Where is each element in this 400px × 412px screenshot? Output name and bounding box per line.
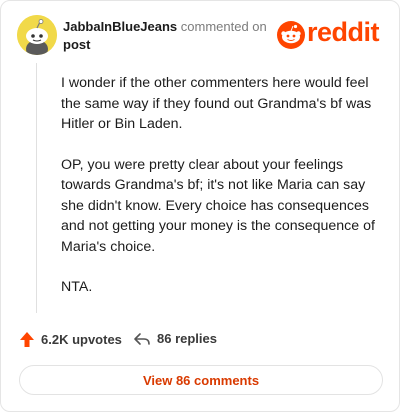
view-comments-button[interactable]: View 86 comments	[19, 365, 383, 395]
comment-actions: 6.2K upvotes 86 replies	[19, 330, 379, 350]
user-avatar[interactable]	[17, 15, 57, 55]
comment-card: JabbaInBlueJeans commented on post reddi…	[0, 0, 400, 412]
post-link[interactable]: post	[63, 37, 90, 52]
snoo-avatar-icon	[17, 15, 57, 55]
comment-body: I wonder if the other commenters here wo…	[61, 73, 379, 318]
upvote-arrow-icon	[20, 332, 34, 347]
reddit-logo-icon	[277, 21, 305, 49]
upvote-count: 6.2K upvotes	[41, 332, 122, 347]
reddit-logo[interactable]: reddit	[277, 17, 383, 49]
comment-byline: JabbaInBlueJeans commented on post	[63, 18, 283, 54]
reply-count: 86 replies	[157, 331, 217, 346]
comment-paragraph: NTA.	[61, 279, 93, 295]
comment-header: JabbaInBlueJeans commented on post reddi…	[17, 15, 383, 55]
replies-button[interactable]: 86 replies	[133, 331, 217, 346]
username-link[interactable]: JabbaInBlueJeans	[63, 19, 177, 34]
comment-paragraph: OP, you were pretty clear about your fee…	[61, 156, 375, 255]
thread-line	[36, 63, 37, 313]
reply-arrow-icon	[134, 332, 150, 345]
reddit-wordmark: reddit	[307, 17, 380, 47]
comment-paragraph: I wonder if the other commenters here wo…	[61, 75, 372, 132]
upvote-button[interactable]: 6.2K upvotes	[19, 331, 122, 348]
commented-on-label: commented on	[177, 19, 267, 34]
